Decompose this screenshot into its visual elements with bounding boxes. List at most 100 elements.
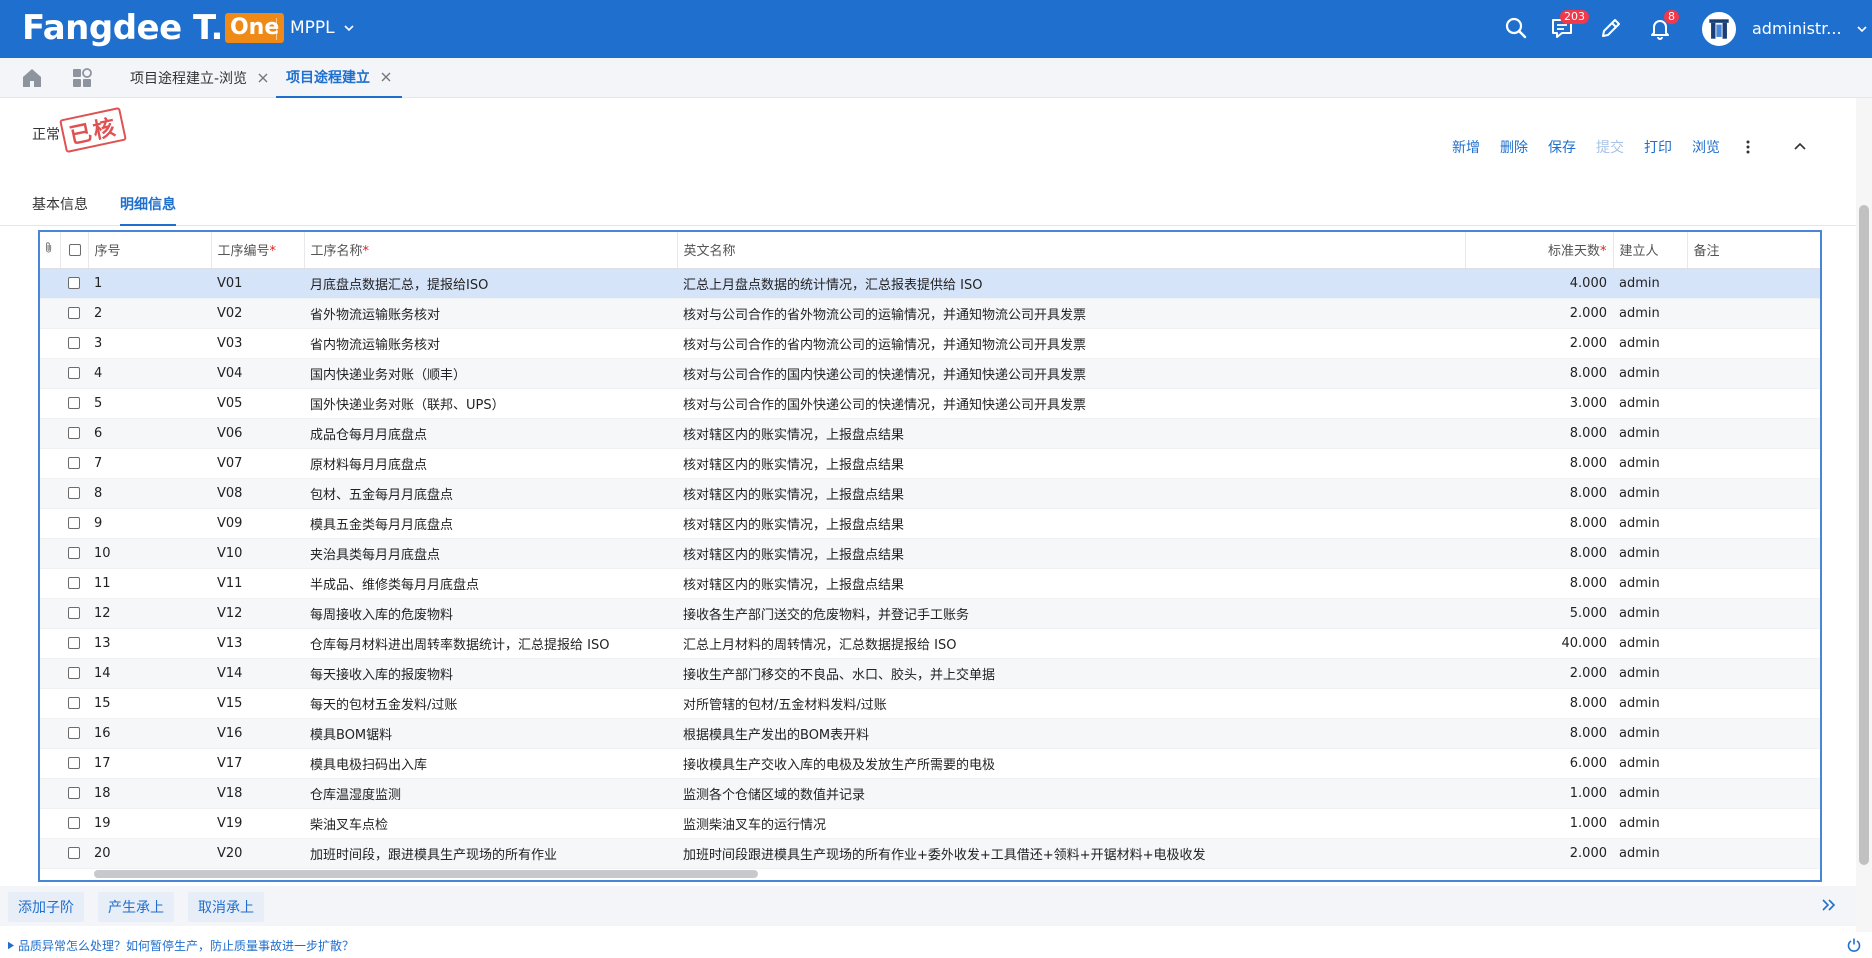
row-checkbox-cell[interactable] bbox=[60, 508, 88, 539]
english-name-cell[interactable]: 监测各个仓储区域的数值并记录 bbox=[677, 778, 1465, 809]
org-selector[interactable]: MPPL bbox=[290, 18, 355, 38]
attachment-cell[interactable] bbox=[40, 328, 60, 359]
attachment-cell[interactable] bbox=[40, 538, 60, 569]
code-cell[interactable]: V19 bbox=[211, 808, 304, 839]
attachment-cell[interactable] bbox=[40, 568, 60, 599]
attachment-cell[interactable] bbox=[40, 598, 60, 629]
seq-cell[interactable]: 3 bbox=[88, 328, 211, 359]
seq-cell[interactable]: 10 bbox=[88, 538, 211, 569]
remark-cell[interactable] bbox=[1687, 448, 1820, 479]
row-checkbox-cell[interactable] bbox=[60, 568, 88, 599]
print-button[interactable]: 打印 bbox=[1644, 137, 1672, 157]
message-icon[interactable]: 203 bbox=[1548, 10, 1589, 42]
standard-days-cell[interactable]: 6.000 bbox=[1465, 748, 1613, 779]
english-name-cell[interactable]: 接收各生产部门送交的危废物料，并登记手工账务 bbox=[677, 598, 1465, 629]
name-cell[interactable]: 夹治具类每月月底盘点 bbox=[304, 538, 677, 569]
name-cell[interactable]: 国内快递业务对账（顺丰） bbox=[304, 358, 677, 389]
creator-cell[interactable]: admin bbox=[1613, 328, 1687, 359]
remark-cell[interactable] bbox=[1687, 748, 1820, 779]
creator-cell[interactable]: admin bbox=[1613, 808, 1687, 839]
attachment-cell[interactable] bbox=[40, 298, 60, 329]
code-cell[interactable]: V12 bbox=[211, 598, 304, 629]
english-name-cell[interactable]: 加班时间段跟进模具生产现场的所有作业+委外收发+工具借还+领料+开锯材料+电极收… bbox=[677, 838, 1465, 869]
row-checkbox-cell[interactable] bbox=[60, 268, 88, 299]
table-row[interactable]: 15 V15 每天的包材五金发料/过账 对所管辖的包材/五金材料发料/过账 8.000 a… bbox=[40, 688, 1820, 719]
row-checkbox[interactable] bbox=[68, 577, 80, 589]
row-checkbox-cell[interactable] bbox=[60, 448, 88, 479]
home-icon[interactable] bbox=[20, 66, 44, 90]
remark-cell[interactable] bbox=[1687, 418, 1820, 449]
table-row[interactable]: 3 V03 省内物流运输账务核对 核对与公司合作的省内物流公司的运输情况，并通知物流公… bbox=[40, 328, 1820, 359]
table-row[interactable]: 8 V08 包材、五金每月月底盘点 核对辖区内的账实情况，上报盘点结果 8.000 adm… bbox=[40, 478, 1820, 509]
row-checkbox-cell[interactable] bbox=[60, 328, 88, 359]
name-cell[interactable]: 模具BOM锯料 bbox=[304, 718, 677, 749]
standard-days-cell[interactable]: 8.000 bbox=[1465, 478, 1613, 509]
remark-cell[interactable] bbox=[1687, 568, 1820, 599]
row-checkbox[interactable] bbox=[68, 727, 80, 739]
creator-cell[interactable]: admin bbox=[1613, 418, 1687, 449]
seq-cell[interactable]: 20 bbox=[88, 838, 211, 869]
creator-cell[interactable]: admin bbox=[1613, 568, 1687, 599]
seq-cell[interactable]: 2 bbox=[88, 298, 211, 329]
standard-days-cell[interactable]: 40.000 bbox=[1465, 628, 1613, 659]
cancel-inherit-button[interactable]: 取消承上 bbox=[188, 892, 264, 922]
table-row[interactable]: 1 V01 月底盘点数据汇总，提报给ISO 汇总上月盘点数据的统计情况，汇总报表提供给… bbox=[40, 268, 1820, 299]
tab-route-browse[interactable]: 项目途程建立-浏览 bbox=[130, 58, 269, 98]
new-button[interactable]: 新增 bbox=[1452, 137, 1480, 157]
table-row[interactable]: 7 V07 原材料每月月底盘点 核对辖区内的账实情况，上报盘点结果 8.000 admin bbox=[40, 448, 1820, 479]
english-name-cell[interactable]: 接收模具生产交收入库的电极及发放生产所需要的电极 bbox=[677, 748, 1465, 779]
code-cell[interactable]: V07 bbox=[211, 448, 304, 479]
name-cell[interactable]: 月底盘点数据汇总，提报给ISO bbox=[304, 268, 677, 299]
close-icon[interactable] bbox=[257, 72, 269, 84]
standard-days-cell[interactable]: 3.000 bbox=[1465, 388, 1613, 419]
remark-cell[interactable] bbox=[1687, 358, 1820, 389]
english-name-cell[interactable]: 根据模具生产发出的BOM表开料 bbox=[677, 718, 1465, 749]
code-cell[interactable]: V20 bbox=[211, 838, 304, 869]
remark-cell[interactable] bbox=[1687, 778, 1820, 809]
code-cell[interactable]: V03 bbox=[211, 328, 304, 359]
remark-cell[interactable] bbox=[1687, 598, 1820, 629]
tab-basic-info[interactable]: 基本信息 bbox=[32, 194, 88, 226]
collapse-chevron-up-icon[interactable] bbox=[1792, 139, 1808, 155]
name-cell[interactable]: 原材料每月月底盘点 bbox=[304, 448, 677, 479]
standard-days-cell[interactable]: 8.000 bbox=[1465, 358, 1613, 389]
row-checkbox[interactable] bbox=[68, 397, 80, 409]
english-name-cell[interactable]: 核对辖区内的账实情况，上报盘点结果 bbox=[677, 478, 1465, 509]
seq-cell[interactable]: 18 bbox=[88, 778, 211, 809]
code-cell[interactable]: V11 bbox=[211, 568, 304, 599]
creator-cell[interactable]: admin bbox=[1613, 508, 1687, 539]
table-row[interactable]: 20 V20 加班时间段，跟进模具生产现场的所有作业 加班时间段跟进模具生产现场的所有… bbox=[40, 838, 1820, 869]
attachment-cell[interactable] bbox=[40, 418, 60, 449]
row-checkbox[interactable] bbox=[68, 787, 80, 799]
seq-cell[interactable]: 6 bbox=[88, 418, 211, 449]
table-row[interactable]: 17 V17 模具电极扫码出入库 接收模具生产交收入库的电极及发放生产所需要的电极 6.… bbox=[40, 748, 1820, 779]
name-cell[interactable]: 加班时间段，跟进模具生产现场的所有作业 bbox=[304, 838, 677, 869]
code-cell[interactable]: V08 bbox=[211, 478, 304, 509]
seq-cell[interactable]: 1 bbox=[88, 268, 211, 299]
standard-days-cell[interactable]: 2.000 bbox=[1465, 838, 1613, 869]
english-name-cell[interactable]: 核对与公司合作的国外快递公司的快递情况，并通知快递公司开具发票 bbox=[677, 388, 1465, 419]
table-row[interactable]: 16 V16 模具BOM锯料 根据模具生产发出的BOM表开料 8.000 admin bbox=[40, 718, 1820, 749]
standard-days-cell[interactable]: 8.000 bbox=[1465, 538, 1613, 569]
table-row[interactable]: 9 V09 模具五金类每月月底盘点 核对辖区内的账实情况，上报盘点结果 8.000 adm… bbox=[40, 508, 1820, 539]
english-name-cell[interactable]: 核对辖区内的账实情况，上报盘点结果 bbox=[677, 568, 1465, 599]
table-row[interactable]: 5 V05 国外快递业务对账（联邦、UPS） 核对与公司合作的国外快递公司的快递情况，… bbox=[40, 388, 1820, 419]
seq-cell[interactable]: 4 bbox=[88, 358, 211, 389]
name-cell[interactable]: 成品仓每月月底盘点 bbox=[304, 418, 677, 449]
standard-days-cell[interactable]: 4.000 bbox=[1465, 268, 1613, 299]
code-cell[interactable]: V17 bbox=[211, 748, 304, 779]
table-row[interactable]: 19 V19 柴油叉车点检 监测柴油叉车的运行情况 1.000 admin bbox=[40, 808, 1820, 839]
close-icon[interactable] bbox=[380, 71, 392, 83]
creator-cell[interactable]: admin bbox=[1613, 388, 1687, 419]
name-cell[interactable]: 包材、五金每月月底盘点 bbox=[304, 478, 677, 509]
remark-cell[interactable] bbox=[1687, 658, 1820, 689]
bell-icon[interactable]: 8 bbox=[1646, 10, 1679, 42]
row-checkbox-cell[interactable] bbox=[60, 628, 88, 659]
attachment-cell[interactable] bbox=[40, 658, 60, 689]
more-vertical-icon[interactable] bbox=[1740, 139, 1756, 155]
table-row[interactable]: 4 V04 国内快递业务对账（顺丰） 核对与公司合作的国内快递公司的快递情况，并通知快… bbox=[40, 358, 1820, 389]
column-header-creator[interactable]: 建立人 bbox=[1613, 232, 1688, 269]
attachment-cell[interactable] bbox=[40, 748, 60, 779]
english-name-cell[interactable]: 监测柴油叉车的运行情况 bbox=[677, 808, 1465, 839]
english-name-cell[interactable]: 核对辖区内的账实情况，上报盘点结果 bbox=[677, 538, 1465, 569]
